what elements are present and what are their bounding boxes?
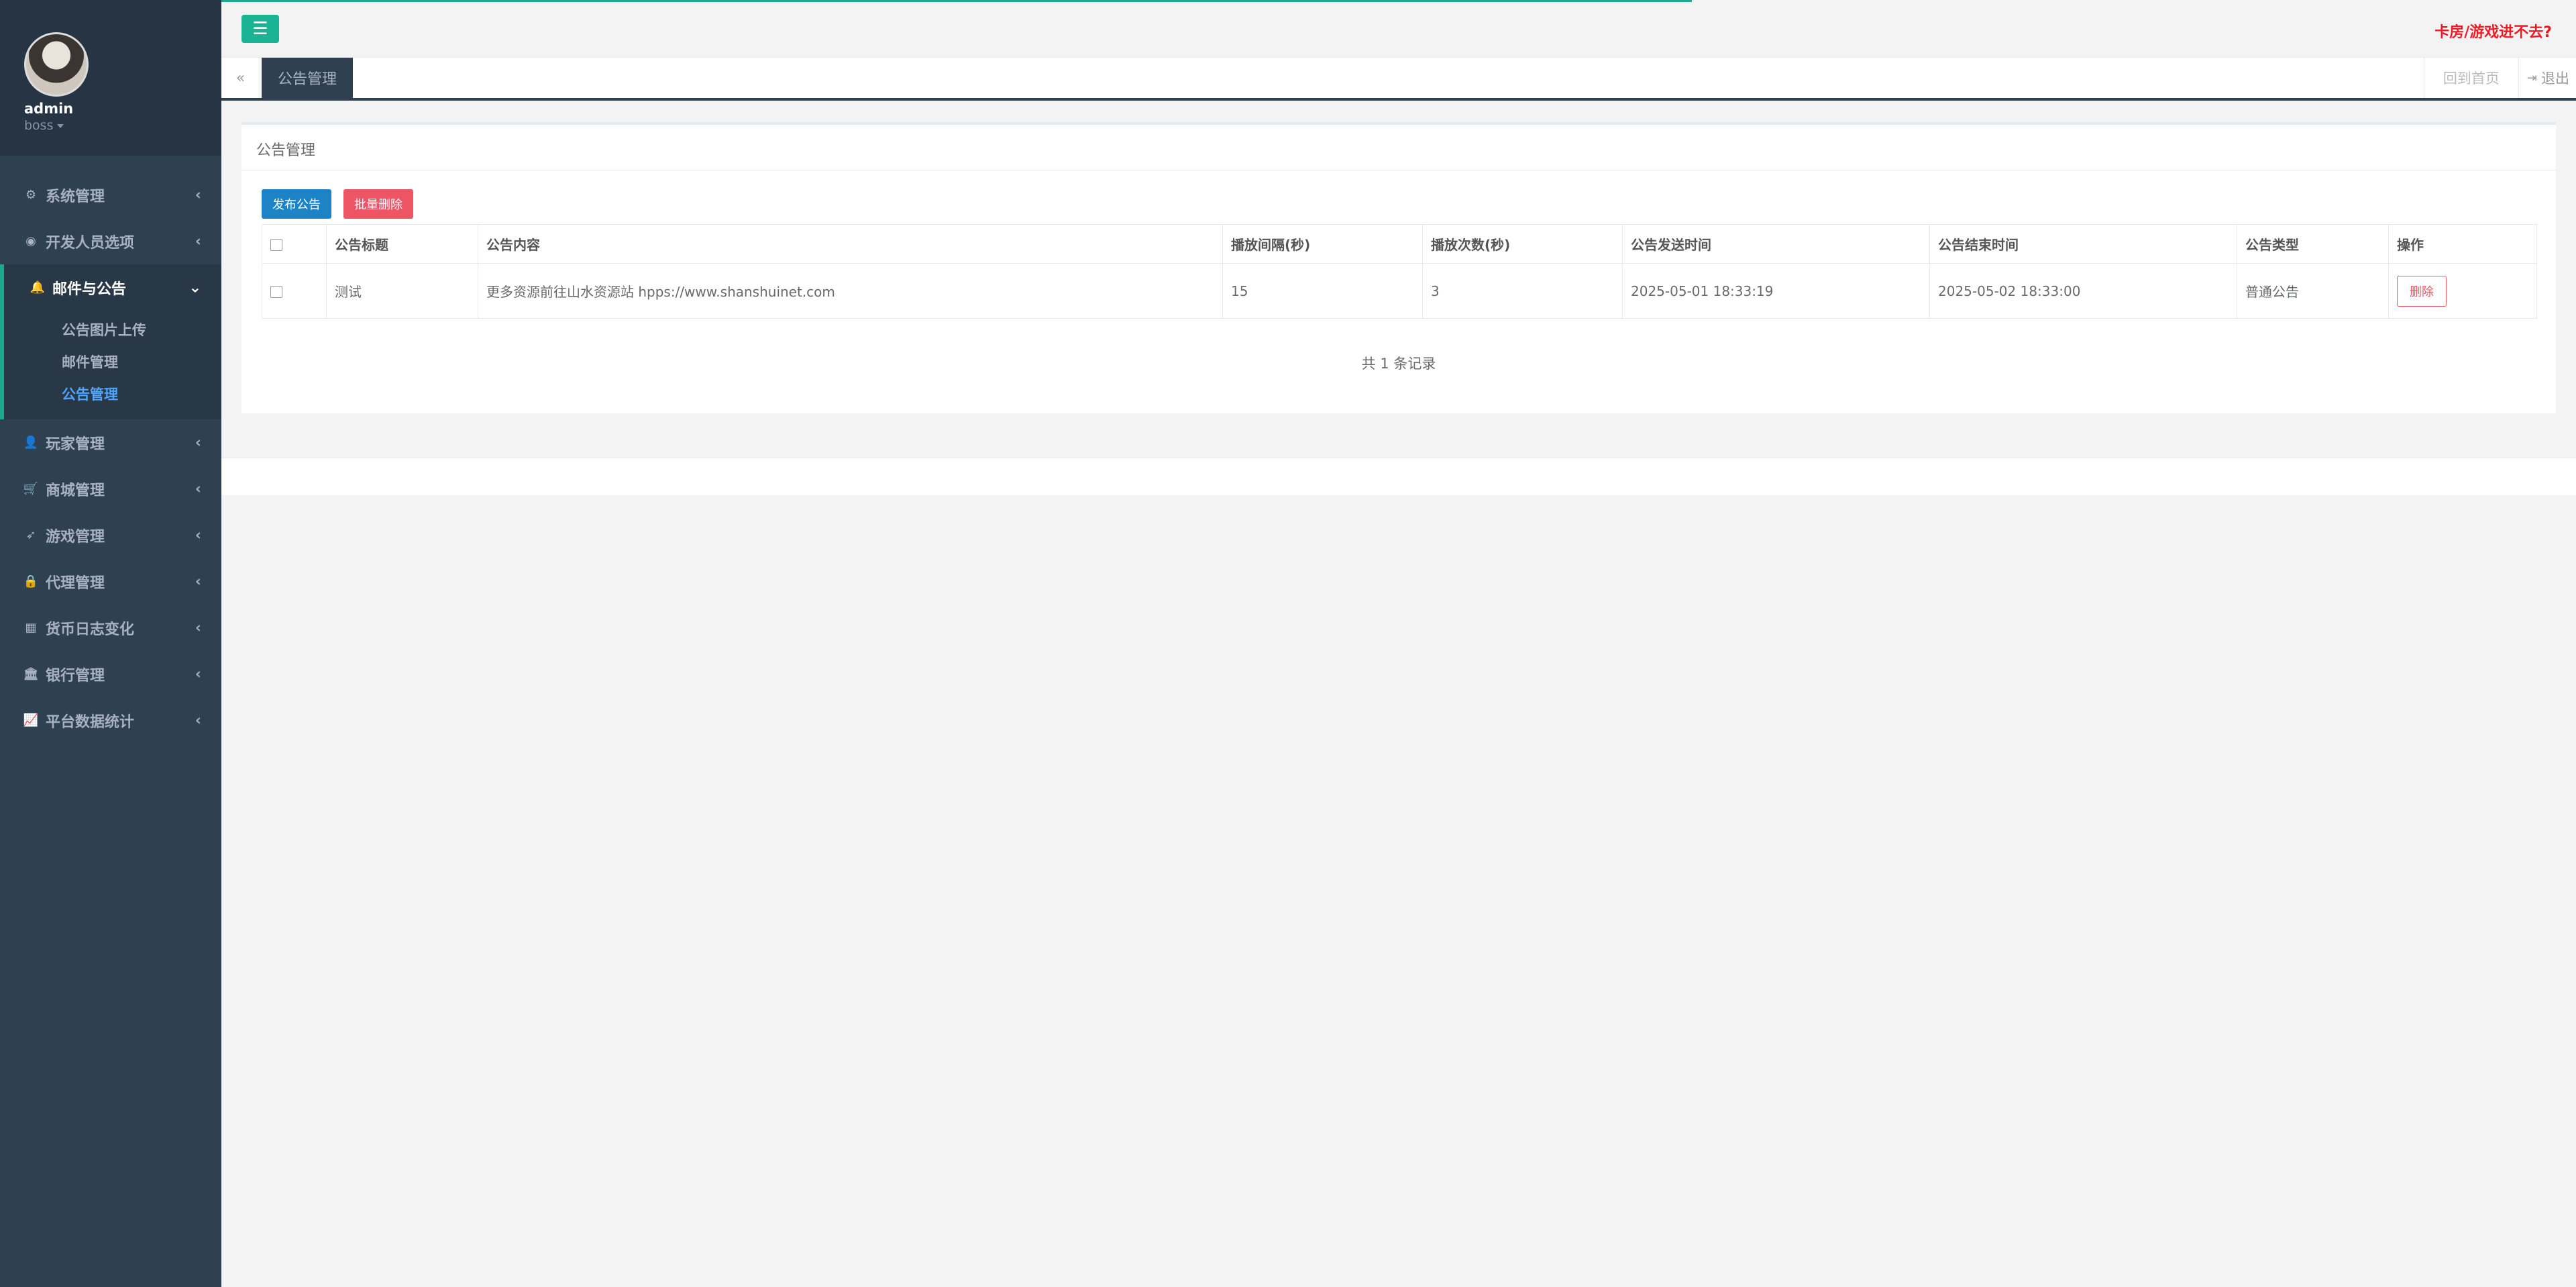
row-select-cell <box>262 263 327 319</box>
tab-actions: 回到首页 ⇥ 退出 <box>2423 58 2576 98</box>
chevron-left-icon: ‹ <box>195 619 201 636</box>
notice-panel: 公告管理 发布公告 批量删除 公告标题 公告内容 播放间隔(秒) 播放次数(秒)… <box>241 122 2556 413</box>
sidebar-item-mail-notice[interactable]: 🔔 邮件与公告 ⌄ <box>0 264 221 311</box>
hamburger-icon: ☰ <box>252 19 268 39</box>
loading-progress-line <box>221 0 1692 2</box>
row-checkbox[interactable] <box>270 286 282 298</box>
gears-icon: ⚙ <box>25 188 37 202</box>
gamepad-icon: ◉ <box>25 234 36 248</box>
panel-title: 公告管理 <box>241 125 2556 170</box>
submenu-item-notice-image-upload[interactable]: 公告图片上传 <box>4 313 221 346</box>
sidebar-item-label: 平台数据统计 <box>46 713 135 731</box>
bell-icon: 🔔 <box>30 280 46 295</box>
logout-button[interactable]: ⇥ 退出 <box>2518 58 2576 98</box>
publish-notice-button[interactable]: 发布公告 <box>262 189 331 219</box>
chevron-left-icon: ‹ <box>195 712 201 729</box>
topbar: ☰ 卡房/游戏进不去? <box>221 0 2576 58</box>
profile-block: admin boss <box>0 0 221 156</box>
submenu-item-mail-management[interactable]: 邮件管理 <box>4 346 221 378</box>
sidebar-item-label: 银行管理 <box>46 667 105 684</box>
sidebar-item-shop[interactable]: 🛒 商城管理 ‹ <box>0 466 221 512</box>
cell-start-time: 2025-05-01 18:33:19 <box>1622 263 1930 319</box>
select-all-cell <box>262 224 327 264</box>
column-header-end-time[interactable]: 公告结束时间 <box>1929 224 2237 264</box>
cell-type: 普通公告 <box>2237 263 2389 319</box>
double-chevron-left-icon: « <box>235 69 246 87</box>
profile-role-dropdown[interactable]: boss <box>24 118 221 133</box>
cell-content: 更多资源前往山水资源站 hpps://www.shanshuinet.com <box>478 263 1223 319</box>
sidebar-nav: ⚙ 系统管理 ‹ ◉ 开发人员选项 ‹ 🔔 邮件与公告 ⌄ 公告图片上传 邮件管… <box>0 172 221 743</box>
sidebar-item-label: 游戏管理 <box>46 528 105 546</box>
cell-count: 3 <box>1422 263 1623 319</box>
cell-end-time: 2025-05-02 18:33:00 <box>1929 263 2237 319</box>
submenu-item-notice-management[interactable]: 公告管理 <box>4 378 221 410</box>
sign-out-icon: ⇥ <box>2526 70 2537 85</box>
column-header-content[interactable]: 公告内容 <box>478 224 1223 264</box>
cell-title: 测试 <box>326 263 478 319</box>
sidebar-item-label: 邮件与公告 <box>52 280 127 298</box>
main-area: ☰ 卡房/游戏进不去? « 公告管理 回到首页 ⇥ 退出 公告管理 发布公告 批… <box>221 0 2576 1287</box>
sidebar-item-developer[interactable]: ◉ 开发人员选项 ‹ <box>0 218 221 264</box>
tab-bar: « 公告管理 回到首页 ⇥ 退出 <box>221 58 2576 101</box>
sidebar-item-label: 商城管理 <box>46 482 105 499</box>
sidebar-item-agents[interactable]: 🔒 代理管理 ‹ <box>0 558 221 605</box>
chevron-left-icon: ‹ <box>195 480 201 497</box>
batch-delete-button[interactable]: 批量删除 <box>343 189 413 219</box>
bank-icon: 🏛 <box>23 667 39 681</box>
tab-scroll-left-button[interactable]: « <box>221 58 260 98</box>
column-header-count[interactable]: 播放次数(秒) <box>1422 224 1623 264</box>
sidebar-item-bank[interactable]: 🏛 银行管理 ‹ <box>0 651 221 697</box>
line-chart-icon: 📈 <box>23 713 39 727</box>
record-count: 共 1 条记录 <box>1361 356 1436 372</box>
footer <box>221 458 2576 495</box>
column-header-type[interactable]: 公告类型 <box>2237 224 2389 264</box>
sidebar-item-label: 玩家管理 <box>46 435 105 453</box>
sidebar-item-platform-stats[interactable]: 📈 平台数据统计 ‹ <box>0 697 221 743</box>
notice-table: 公告标题 公告内容 播放间隔(秒) 播放次数(秒) 公告发送时间 公告结束时间 … <box>262 224 2537 319</box>
sidebar-item-label: 系统管理 <box>46 188 105 205</box>
room-issue-link[interactable]: 卡房/游戏进不去? <box>2434 20 2552 42</box>
column-header-interval[interactable]: 播放间隔(秒) <box>1222 224 1423 264</box>
chevron-left-icon: ‹ <box>195 527 201 544</box>
rocket-icon: ➶ <box>25 528 36 542</box>
profile-name: admin <box>24 101 74 117</box>
sidebar-item-players[interactable]: 👤 玩家管理 ‹ <box>0 419 221 466</box>
calendar-icon: ▦ <box>25 621 37 635</box>
column-header-start-time[interactable]: 公告发送时间 <box>1622 224 1930 264</box>
column-header-actions: 操作 <box>2388 224 2537 264</box>
sidebar-item-currency-log[interactable]: ▦ 货币日志变化 ‹ <box>0 605 221 651</box>
chevron-left-icon: ‹ <box>195 187 201 203</box>
user-icon: 👤 <box>23 435 39 450</box>
submenu-mail-notice: 公告图片上传 邮件管理 公告管理 <box>0 311 221 419</box>
select-all-checkbox[interactable] <box>270 239 282 251</box>
cell-interval: 15 <box>1222 263 1423 319</box>
sidebar-item-label: 货币日志变化 <box>46 621 135 638</box>
logout-label: 退出 <box>2541 70 2569 87</box>
chevron-left-icon: ‹ <box>195 666 201 682</box>
back-to-home-link[interactable]: 回到首页 <box>2423 58 2518 98</box>
sidebar-item-label: 代理管理 <box>46 574 105 592</box>
column-header-title[interactable]: 公告标题 <box>326 224 478 264</box>
table-header-row: 公告标题 公告内容 播放间隔(秒) 播放次数(秒) 公告发送时间 公告结束时间 … <box>262 224 2537 264</box>
tab-notice-management[interactable]: 公告管理 <box>262 58 354 98</box>
sidebar-item-label: 开发人员选项 <box>46 234 135 252</box>
caret-down-icon <box>57 123 64 128</box>
cart-icon: 🛒 <box>23 482 39 496</box>
sidebar-item-games[interactable]: ➶ 游戏管理 ‹ <box>0 512 221 558</box>
lock-icon: 🔒 <box>23 574 39 588</box>
sidebar: admin boss ⚙ 系统管理 ‹ ◉ 开发人员选项 ‹ 🔔 邮件与公告 ⌄… <box>0 0 221 1287</box>
delete-row-button[interactable]: 删除 <box>2397 275 2447 307</box>
chevron-left-icon: ‹ <box>195 434 201 451</box>
avatar[interactable] <box>24 32 89 97</box>
chevron-down-icon: ⌄ <box>189 279 201 296</box>
profile-role-label: boss <box>24 118 54 133</box>
chevron-left-icon: ‹ <box>195 233 201 250</box>
chevron-left-icon: ‹ <box>195 573 201 590</box>
sidebar-item-system[interactable]: ⚙ 系统管理 ‹ <box>0 172 221 218</box>
panel-toolbar: 发布公告 批量删除 <box>262 189 413 219</box>
menu-toggle-button[interactable]: ☰ <box>241 15 279 43</box>
cell-actions: 删除 <box>2388 263 2537 319</box>
table-row: 测试 更多资源前往山水资源站 hpps://www.shanshuinet.co… <box>262 263 2537 319</box>
